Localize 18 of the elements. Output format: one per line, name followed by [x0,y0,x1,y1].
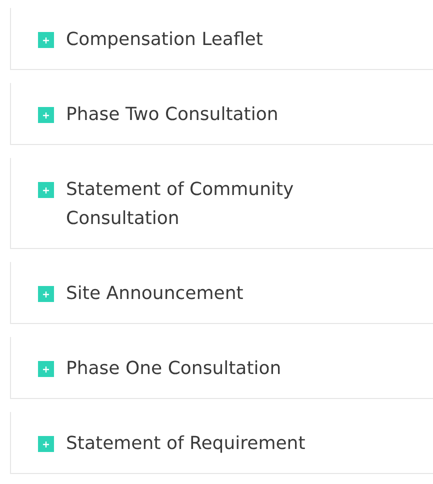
accordion-item[interactable]: Phase One Consultation [10,337,433,399]
item-title: Phase Two Consultation [66,103,280,127]
item-title: Statement of Community Consultation [66,178,295,231]
accordion-item[interactable]: Phase Two Consultation [10,83,433,145]
plus-icon [38,32,54,48]
plus-icon [38,286,54,302]
plus-icon [38,182,54,198]
item-title: Site Announcement [66,282,244,306]
item-title: Statement of Requirement [66,432,306,456]
plus-icon [38,107,54,123]
accordion-item[interactable]: Compensation Leaflet [10,8,433,70]
item-title: Compensation Leaflet [66,28,264,52]
item-title: Phase One Consultation [66,357,282,381]
accordion-item[interactable]: Statement of Requirement [10,412,433,474]
accordion-item[interactable]: Site Announcement [10,262,433,324]
accordion-item[interactable]: Statement of Community Consultation [10,158,433,249]
plus-icon [38,436,54,452]
plus-icon [38,361,54,377]
